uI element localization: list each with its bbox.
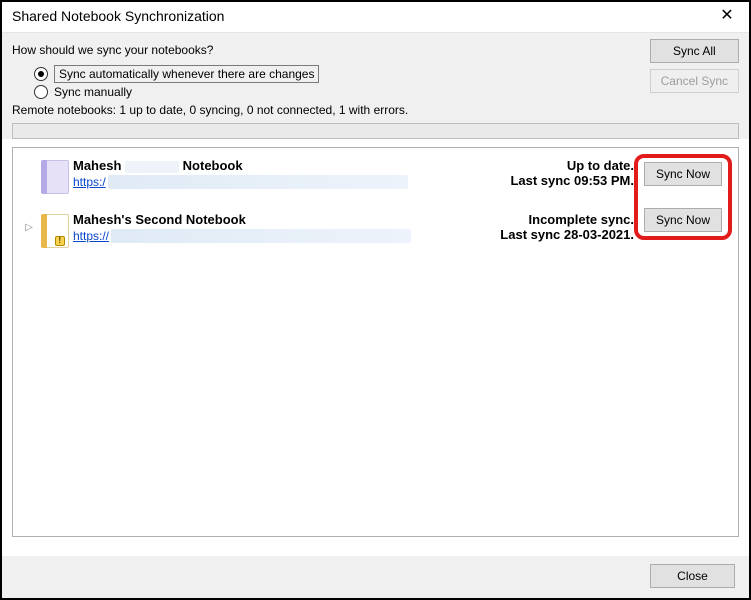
- notebook-row[interactable]: Mahesh Notebook https:/ Up to date. Last…: [13, 148, 738, 202]
- radio-manual-label: Sync manually: [54, 85, 132, 99]
- notebook-meta: Incomplete sync. Last sync 28-03-2021.: [475, 212, 640, 242]
- redacted-url: [108, 175, 408, 189]
- sync-now-button[interactable]: Sync Now: [644, 208, 722, 232]
- radio-auto-label: Sync automatically whenever there are ch…: [54, 65, 319, 83]
- expand-icon[interactable]: ▷: [21, 212, 37, 233]
- title-bar: Shared Notebook Synchronization ✕: [2, 2, 749, 33]
- client-area: How should we sync your notebooks? Sync …: [2, 33, 749, 139]
- expander-placeholder: [21, 158, 37, 168]
- notebook-row[interactable]: ▷ Mahesh's Second Notebook https:// Inco…: [13, 202, 738, 256]
- sync-now-button[interactable]: Sync Now: [644, 162, 722, 186]
- notebook-list: Mahesh Notebook https:/ Up to date. Last…: [12, 147, 739, 537]
- notebook-url[interactable]: https://: [73, 229, 475, 243]
- close-button[interactable]: Close: [650, 564, 735, 588]
- redacted-text: [125, 161, 179, 173]
- radio-sync-manual[interactable]: Sync manually: [34, 85, 319, 99]
- progress-bar: [12, 123, 739, 139]
- notebook-icon: [41, 160, 69, 194]
- radio-icon: [34, 67, 48, 81]
- dialog-footer: Close: [2, 556, 749, 598]
- window-title: Shared Notebook Synchronization: [12, 8, 224, 24]
- notebook-url-link[interactable]: https:/: [73, 175, 106, 189]
- close-icon[interactable]: ✕: [713, 8, 741, 24]
- highlight-callout: Sync Now Sync Now: [634, 154, 732, 240]
- notebook-url-link[interactable]: https://: [73, 229, 109, 243]
- notebook-url[interactable]: https:/: [73, 175, 475, 189]
- notebook-name: Mahesh's Second Notebook: [73, 212, 475, 227]
- status-summary: Remote notebooks: 1 up to date, 0 syncin…: [12, 101, 739, 123]
- warning-icon: [55, 236, 65, 246]
- sync-all-button[interactable]: Sync All: [650, 39, 739, 63]
- cancel-sync-button: Cancel Sync: [650, 69, 739, 93]
- radio-sync-auto[interactable]: Sync automatically whenever there are ch…: [34, 65, 319, 83]
- notebook-meta: Up to date. Last sync 09:53 PM.: [475, 158, 640, 188]
- radio-icon: [34, 85, 48, 99]
- redacted-url: [111, 229, 411, 243]
- notebook-name: Mahesh Notebook: [73, 158, 475, 173]
- notebook-icon: [41, 214, 69, 248]
- sync-prompt: How should we sync your notebooks?: [12, 39, 319, 63]
